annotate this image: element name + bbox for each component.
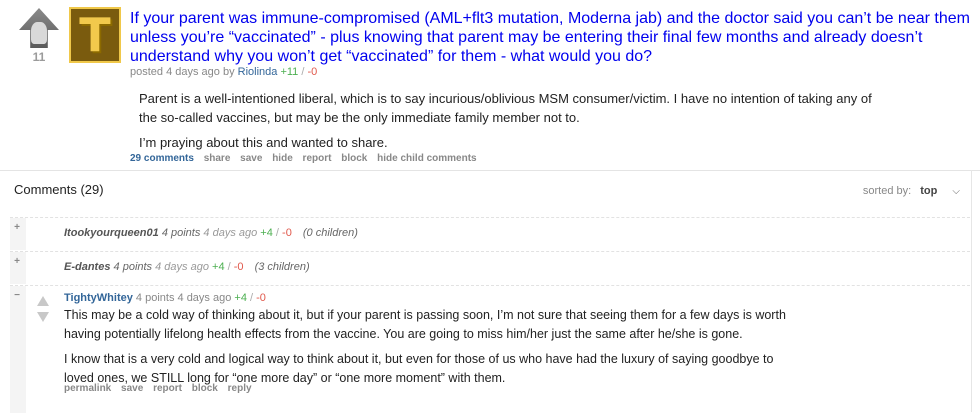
- post-vote-column: 11: [18, 8, 60, 64]
- collapse-toggle[interactable]: −: [10, 290, 24, 302]
- expand-toggle[interactable]: +: [10, 222, 24, 234]
- comment-points: 4 points: [113, 261, 153, 273]
- comment-thread-bar: [10, 286, 26, 413]
- comment-children-count: (3 children): [254, 261, 310, 273]
- comment-children-count: (0 children): [302, 227, 358, 239]
- scrollbar-track[interactable]: [971, 170, 972, 412]
- report-button[interactable]: report: [153, 383, 182, 394]
- reply-button[interactable]: reply: [228, 383, 252, 394]
- block-button[interactable]: block: [192, 383, 218, 394]
- expand-toggle[interactable]: +: [10, 256, 24, 268]
- comment-collapsed: + E-dantes 4 points 4 days ago +4 / -0 (…: [10, 251, 970, 284]
- divider: [0, 170, 980, 171]
- post-selftext: Parent is a well-intentioned liberal, wh…: [139, 89, 884, 158]
- post: 11 T If your parent was immune-compromis…: [0, 0, 980, 170]
- post-upvotes: +11: [280, 66, 299, 78]
- upvote-arrow-icon[interactable]: [37, 296, 49, 306]
- save-button[interactable]: save: [240, 153, 262, 164]
- chevron-down-icon[interactable]: ⌵: [952, 186, 960, 197]
- selftext-paragraph: Parent is a well-intentioned liberal, wh…: [139, 91, 872, 125]
- block-button[interactable]: block: [341, 153, 367, 164]
- comment-upvotes: +4: [234, 292, 247, 304]
- comment-paragraph: This may be a cold way of thinking about…: [64, 308, 786, 341]
- comment-tagline: E-dantes 4 points 4 days ago +4 / -0 (3 …: [64, 261, 310, 273]
- comment-author[interactable]: E-dantes: [64, 261, 110, 273]
- downvote-arrow-icon[interactable]: [37, 312, 49, 322]
- comment-downvotes: -0: [233, 261, 244, 273]
- thumbnail-letter: T: [79, 8, 111, 62]
- comment-downvotes: -0: [256, 292, 266, 304]
- comment-expanded: − TightyWhitey 4 points 4 days ago +4 / …: [10, 285, 970, 413]
- comment-downvotes: -0: [282, 227, 292, 239]
- hide-button[interactable]: hide: [272, 153, 293, 164]
- comments-area: Comments (29) sorted by: top ⌵ + Itookyo…: [0, 170, 980, 413]
- comment-upvotes: +4: [212, 261, 225, 273]
- post-buttons: 29 comments share save hide report block…: [130, 153, 484, 164]
- post-author-link[interactable]: Riolinda: [238, 66, 278, 78]
- hide-child-comments-button[interactable]: hide child comments: [377, 153, 476, 164]
- comment-time: 4 days ago: [177, 292, 232, 304]
- comment-author[interactable]: Itookyourqueen01: [64, 227, 159, 239]
- share-button[interactable]: share: [204, 153, 231, 164]
- comment-time: 4 days ago: [155, 261, 209, 273]
- vote-separator: /: [301, 66, 305, 78]
- comment-body: This may be a cold way of thinking about…: [64, 306, 804, 394]
- post-title-link[interactable]: If your parent was immune-compromised (A…: [130, 9, 970, 66]
- upvote-arrow-icon[interactable]: [19, 8, 59, 48]
- comment-tagline: Itookyourqueen01 4 points 4 days ago +4 …: [64, 227, 358, 239]
- comment-tagline: TightyWhitey 4 points 4 days ago +4 / -0: [64, 292, 266, 304]
- vote-separator: /: [250, 292, 254, 304]
- comment-upvotes: +4: [260, 227, 273, 239]
- comment-collapsed: + Itookyourqueen01 4 points 4 days ago +…: [10, 217, 970, 250]
- post-score: 11: [32, 50, 46, 64]
- vote-separator: /: [275, 227, 279, 239]
- comments-heading: Comments (29): [14, 182, 104, 197]
- posted-text: posted 4 days ago by: [130, 66, 235, 78]
- post-downvotes: -0: [307, 66, 318, 78]
- comment-buttons: permalink save report block reply: [64, 383, 259, 394]
- sort-dropdown[interactable]: sorted by: top ⌵: [863, 185, 960, 197]
- comments-link[interactable]: 29 comments: [130, 153, 194, 164]
- permalink-button[interactable]: permalink: [64, 383, 111, 394]
- comment-points: 4 points: [135, 292, 175, 304]
- comment-vote-column: [37, 296, 49, 322]
- comment-author[interactable]: TightyWhitey: [64, 292, 133, 304]
- post-thumbnail[interactable]: T: [69, 7, 121, 63]
- sort-value: top: [920, 185, 938, 197]
- comment-time: 4 days ago: [203, 227, 258, 239]
- save-button[interactable]: save: [121, 383, 143, 394]
- selftext-paragraph: I’m praying about this and wanted to sha…: [139, 135, 388, 150]
- post-tagline: posted 4 days ago by Riolinda +11 / -0: [130, 66, 317, 78]
- sort-label: sorted by:: [862, 185, 912, 197]
- vote-separator: /: [227, 261, 231, 273]
- comment-points: 4 points: [161, 227, 201, 239]
- report-button[interactable]: report: [303, 153, 332, 164]
